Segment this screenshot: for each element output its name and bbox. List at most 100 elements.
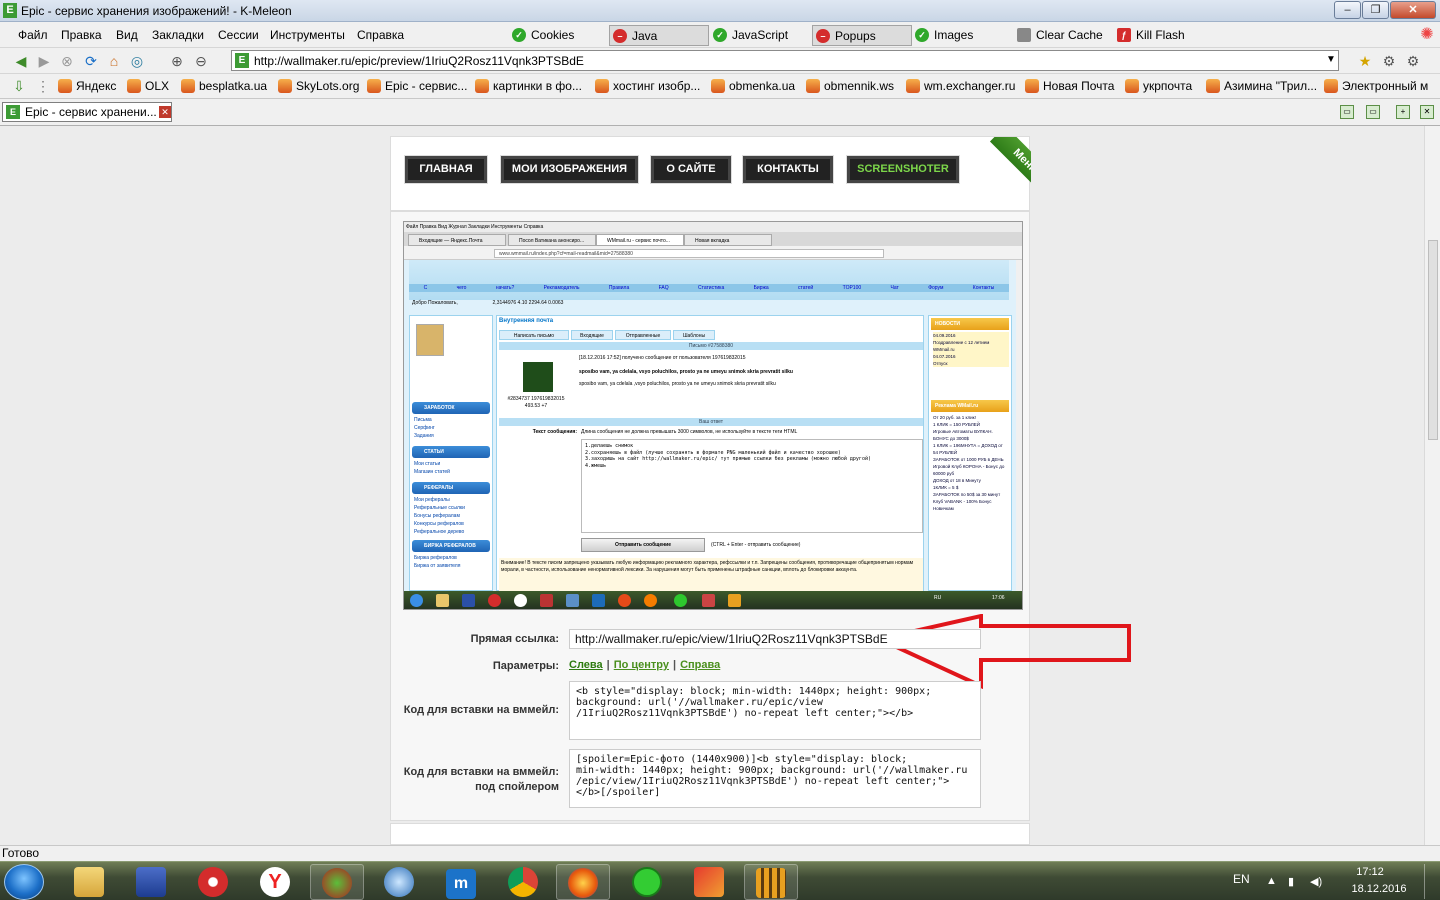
bookmark-label: wm.exchanger.ru [924, 79, 1016, 93]
clock-time[interactable]: 17:12 [1348, 866, 1392, 878]
menu-file[interactable]: Файл [18, 28, 48, 42]
image-preview[interactable]: Файл Правка Вид Журнал Закладки Инструме… [403, 221, 1023, 610]
forward-icon[interactable]: ▶ [35, 52, 53, 70]
toggle-cookies[interactable]: ✓ Cookies [509, 25, 599, 46]
direct-link-field[interactable]: http://wallmaker.ru/epic/view/1IriuQ2Ros… [569, 629, 981, 649]
bookmark-wm-exchanger[interactable]: wm.exchanger.ru [906, 79, 1015, 93]
bookmark-icon [806, 79, 820, 93]
bookmark-nova-poshta[interactable]: Новая Почта [1025, 79, 1114, 93]
bookmark-hosting[interactable]: хостинг изобр... [595, 79, 700, 93]
taskbar-ccleaner[interactable] [682, 864, 736, 900]
bookmark-obmenka[interactable]: obmenka.ua [711, 79, 795, 93]
language-indicator[interactable]: EN [1233, 872, 1250, 886]
home-icon[interactable]: ⌂ [105, 52, 123, 70]
taskbar-media[interactable] [744, 864, 798, 900]
bookmark-besplatka[interactable]: besplatka.ua [181, 79, 267, 93]
network-icon[interactable]: ▮ [1288, 875, 1294, 888]
taskbar-yandex[interactable]: Y [248, 864, 302, 900]
scrollbar-thumb[interactable] [1428, 240, 1438, 440]
clear-cache-button[interactable]: Clear Cache [1014, 25, 1114, 46]
preview-ad-item: Игровой Клуб КОРОНА - Бонус до 60000 руб [933, 464, 1005, 476]
align-right-link[interactable]: Справа [680, 659, 720, 671]
zoom-out-icon[interactable]: ⊖ [192, 52, 210, 70]
menu-ribbon[interactable]: Меню [976, 137, 1031, 192]
show-desktop-button[interactable] [1424, 864, 1438, 899]
folder-icon [74, 867, 104, 897]
menu-tools[interactable]: Инструменты [270, 28, 345, 42]
bookmark-olx[interactable]: OLX [127, 79, 169, 93]
email-code-textarea[interactable]: <b style="display: block; min-width: 144… [569, 681, 981, 740]
maximize-button[interactable]: ❐ [1362, 1, 1389, 19]
align-left-link[interactable]: Слева [569, 659, 603, 671]
menu-bookmarks[interactable]: Закладки [152, 28, 204, 42]
tray-arrow-icon[interactable]: ▲ [1266, 875, 1277, 887]
toggle-java[interactable]: – Java [609, 25, 709, 46]
site-header: ГЛАВНАЯ МОИ ИЗОБРАЖЕНИЯ О САЙТЕ КОНТАКТЫ… [390, 136, 1031, 211]
preview-reply-textarea: 1.делаешь снимок 2.сохраняешь в файл (лу… [581, 439, 923, 533]
preview-folder-icon [436, 594, 449, 607]
sidebar-icon[interactable]: ⋮ [34, 77, 52, 95]
bookmark-skylots[interactable]: SkyLots.org [278, 79, 359, 93]
bookmark-electronic[interactable]: Электронный м [1324, 79, 1428, 93]
taskbar-maxthon[interactable]: m [434, 864, 488, 900]
address-bar[interactable]: E http://wallmaker.ru/epic/preview/1Iriu… [231, 50, 1339, 71]
bookmark-yandex[interactable]: Яндекс [58, 79, 116, 93]
menu-edit[interactable]: Правка [61, 28, 102, 42]
toggle-images[interactable]: ✓ Images [912, 25, 1002, 46]
bookmark-star-icon[interactable]: ★ [1356, 52, 1374, 70]
toggle-popups[interactable]: – Popups [812, 25, 912, 46]
toggle-javascript[interactable]: ✓ JavaScript [710, 25, 810, 46]
align-center-link[interactable]: По центру [614, 659, 669, 671]
bookmark-azimina[interactable]: Азимина "Трил... [1206, 79, 1317, 93]
stop-icon[interactable]: ⊗ [58, 52, 76, 70]
spoiler-code-textarea[interactable]: [spoiler=Epic-фото (1440x900)]<b style="… [569, 749, 981, 808]
bookmark-epic[interactable]: Epic - сервис... [367, 79, 467, 93]
close-tab-icon[interactable]: ✕ [159, 106, 171, 118]
tab-list-icon[interactable]: ▭ [1340, 105, 1354, 119]
taskbar-clock-app[interactable] [620, 864, 674, 900]
nav-about[interactable]: О САЙТЕ [651, 156, 731, 183]
bookmark-label: Электронный м [1342, 79, 1428, 93]
start-button[interactable] [4, 864, 44, 900]
taskbar-app-globe[interactable] [372, 864, 426, 900]
taskbar-kmeleon[interactable] [310, 864, 364, 900]
bookmark-label: картинки в фо... [493, 79, 582, 93]
menu-sessions[interactable]: Сессии [218, 28, 259, 42]
menu-help[interactable]: Справка [357, 28, 404, 42]
page-scrollbar[interactable] [1424, 126, 1440, 845]
tab-group-icon[interactable]: ▭ [1366, 105, 1380, 119]
taskbar-explorer[interactable] [62, 864, 116, 900]
taskbar-save-app[interactable] [124, 864, 178, 900]
taskbar-app-red[interactable] [186, 864, 240, 900]
volume-icon[interactable]: ◀) [1310, 875, 1322, 888]
preview-tray-time: 17:06 [992, 595, 1005, 601]
nav-home[interactable]: ГЛАВНАЯ [405, 156, 487, 183]
nav-my-images[interactable]: МОИ ИЗОБРАЖЕНИЯ [501, 156, 638, 183]
zoom-in-icon[interactable]: ⊕ [168, 52, 186, 70]
taskbar-chrome[interactable] [496, 864, 550, 900]
chevron-down-icon[interactable]: ▼ [1326, 54, 1336, 65]
clock-date[interactable]: 18.12.2016 [1342, 883, 1416, 895]
new-tab-icon[interactable]: + [1396, 105, 1410, 119]
address-text[interactable]: http://wallmaker.ru/epic/preview/1IriuQ2… [254, 54, 584, 68]
nav-screenshoter[interactable]: SCREENSHOTER [847, 156, 959, 183]
bookmark-pictures[interactable]: картинки в фо... [475, 79, 582, 93]
taskbar-firefox[interactable] [556, 864, 610, 900]
close-window-button[interactable]: ✕ [1390, 1, 1436, 19]
kill-flash-button[interactable]: ƒ Kill Flash [1114, 25, 1204, 46]
close-tab-icon[interactable]: ✕ [1420, 105, 1434, 119]
globe-icon[interactable]: ◎ [128, 52, 146, 70]
reload-icon[interactable]: ⟳ [82, 52, 100, 70]
nav-contacts[interactable]: КОНТАКТЫ [743, 156, 833, 183]
arrow-down-icon[interactable]: ⇩ [10, 77, 28, 95]
menu-view[interactable]: Вид [116, 28, 138, 42]
tab-label: Epic - сервис хранени... [25, 105, 157, 119]
tab-epic[interactable]: E Epic - сервис хранени... ✕ [2, 102, 172, 122]
tools-icon[interactable]: ⚙ [1380, 52, 1398, 70]
bookmark-ukrposhta[interactable]: укрпочта [1125, 79, 1192, 93]
align-options: Слева | По центру | Справа [569, 659, 720, 671]
settings-icon[interactable]: ⚙ [1404, 52, 1422, 70]
back-icon[interactable]: ◀ [12, 52, 30, 70]
bookmark-obmennik[interactable]: obmennik.ws [806, 79, 894, 93]
minimize-button[interactable]: – [1334, 1, 1361, 19]
